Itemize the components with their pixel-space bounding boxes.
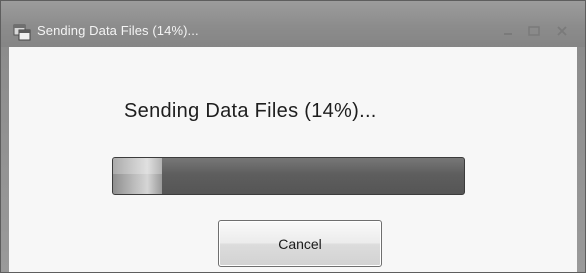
- window-title: Sending Data Files (14%)...: [37, 23, 199, 38]
- progress-bar: [112, 157, 465, 195]
- progress-dialog-window: Sending Data Files (14%)... Sending Data…: [0, 0, 586, 273]
- app-window-icon: [13, 23, 31, 41]
- status-message: Sending Data Files (14%)...: [124, 100, 377, 122]
- cancel-button[interactable]: Cancel: [218, 220, 382, 267]
- close-icon[interactable]: [551, 23, 573, 39]
- progress-bar-fill: [113, 158, 163, 194]
- title-bar[interactable]: Sending Data Files (14%)...: [1, 1, 585, 47]
- dialog-content: Sending Data Files (14%)... Cancel: [9, 47, 577, 272]
- window-frame-left: [1, 47, 9, 272]
- window-frame-right: [577, 47, 585, 272]
- maximize-icon[interactable]: [523, 23, 545, 39]
- minimize-icon[interactable]: [497, 23, 519, 39]
